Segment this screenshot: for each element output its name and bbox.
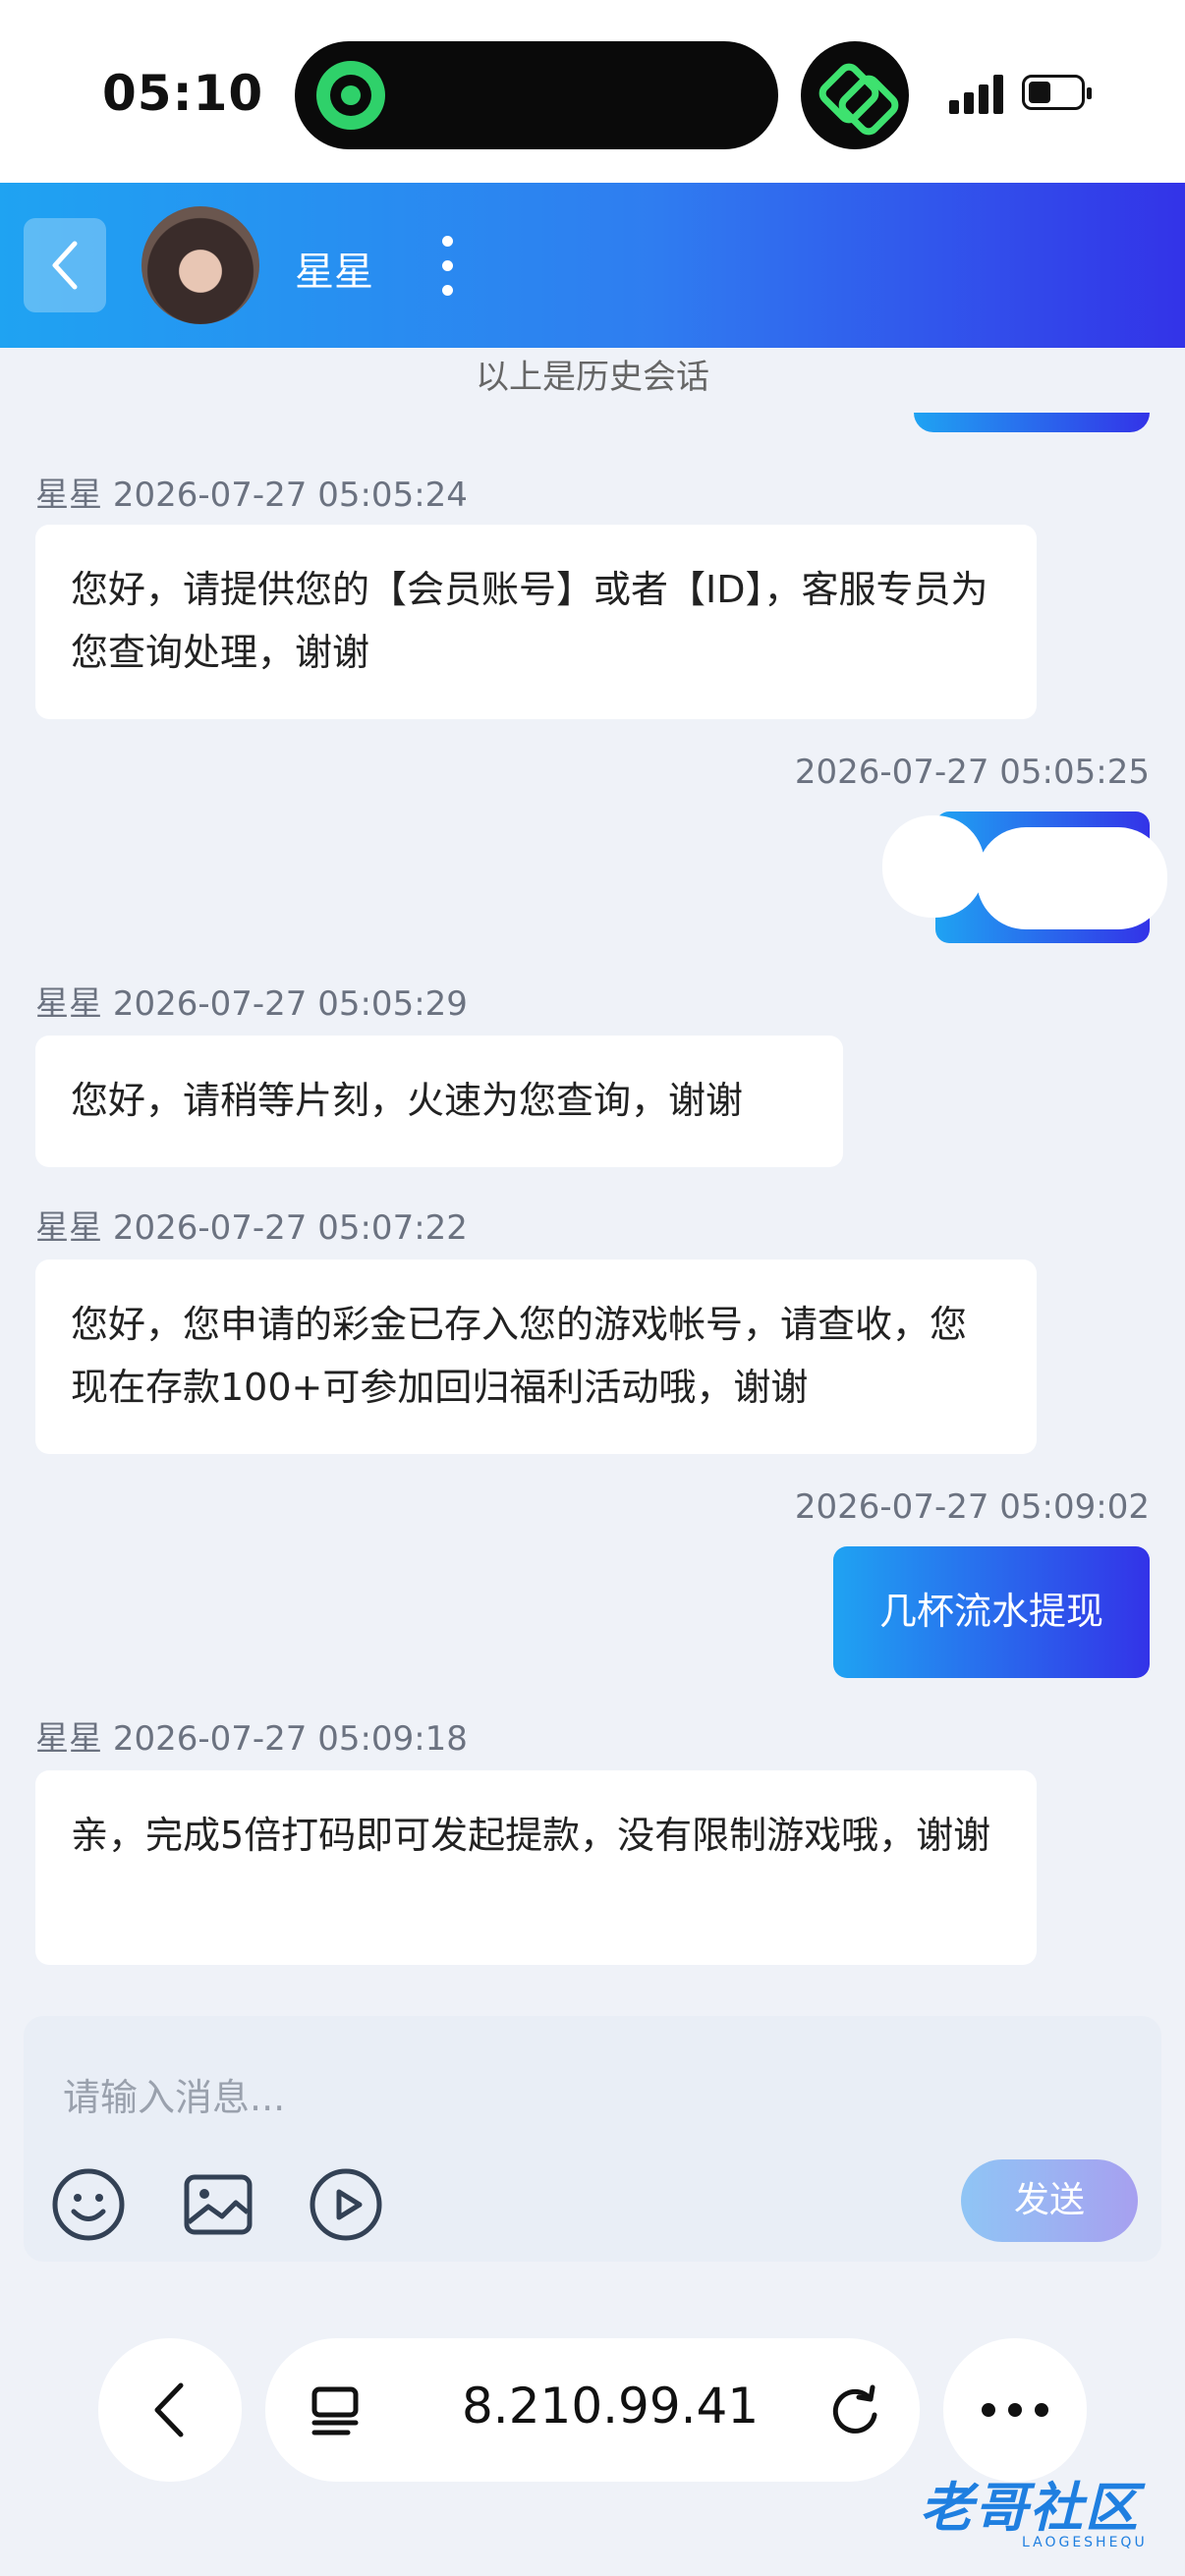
message-composer: 请输入消息... 发送 xyxy=(24,2016,1161,2262)
chevron-left-icon xyxy=(52,241,78,290)
chevron-left-icon xyxy=(154,2382,184,2437)
message-timestamp: 2026-07-27 05:07:22 xyxy=(112,1208,468,1248)
link-app-icon[interactable] xyxy=(801,41,909,149)
incoming-message-bubble: 您好，请稍等片刻，火速为您查询，谢谢 xyxy=(35,1036,843,1167)
message-timestamp: 2026-07-27 05:09:18 xyxy=(112,1719,468,1759)
avatar[interactable] xyxy=(141,206,259,324)
history-note: 以上是历史会话 xyxy=(476,358,709,397)
message-timestamp: 2026-07-27 05:05:24 xyxy=(112,476,468,515)
message-timestamp: 2026-07-27 05:05:25 xyxy=(794,753,1150,792)
image-icon[interactable] xyxy=(181,2167,255,2242)
incoming-message-bubble: 亲，完成5倍打码即可发起提款，没有限制游戏哦，谢谢 xyxy=(35,1770,1037,1965)
reload-icon[interactable] xyxy=(825,2381,884,2440)
incoming-message-bubble: 您好，请提供您的【会员账号】或者【ID】，客服专员为您查询处理，谢谢 xyxy=(35,525,1037,719)
send-button[interactable]: 发送 xyxy=(961,2159,1138,2242)
video-icon[interactable] xyxy=(309,2167,383,2242)
activity-icon xyxy=(316,61,385,130)
message-timestamp: 2026-07-27 05:09:02 xyxy=(794,1487,1150,1527)
message-meta: 星星 2026-07-27 05:05:29 xyxy=(35,977,468,1025)
back-button[interactable] xyxy=(24,218,106,312)
watermark-subtitle: LAOGESHEQU xyxy=(1022,2535,1148,2550)
outgoing-message-bubble xyxy=(914,413,1150,432)
message-input[interactable]: 请输入消息... xyxy=(63,2067,285,2121)
redaction-mark xyxy=(977,827,1167,929)
sender-name: 星星 xyxy=(35,1719,102,1759)
sender-name: 星星 xyxy=(35,476,102,515)
message-meta: 星星 2026-07-27 05:07:22 xyxy=(35,1201,468,1249)
more-horizontal-icon xyxy=(982,2403,1048,2417)
tabs-icon xyxy=(311,2386,359,2436)
status-bar: 05:10 xyxy=(0,0,1185,183)
incoming-message-bubble: 您好，您申请的彩金已存入您的游戏帐号，请查收，您现在存款100+可参加回归福利活… xyxy=(35,1260,1037,1454)
message-timestamp: 2026-07-27 05:05:29 xyxy=(112,984,468,1024)
chat-header: 星星 xyxy=(0,183,1185,348)
watermark-logo: 老哥社区 xyxy=(920,2477,1140,2539)
signal-icon xyxy=(949,75,1004,114)
address-bar[interactable]: 8.210.99.41 xyxy=(265,2338,920,2482)
battery-icon xyxy=(1022,75,1092,110)
browser-back-button[interactable] xyxy=(98,2338,242,2482)
sender-name: 星星 xyxy=(35,1208,102,1248)
redaction-mark xyxy=(882,815,985,918)
more-vertical-icon[interactable] xyxy=(432,234,462,299)
url-text: 8.210.99.41 xyxy=(462,2378,760,2435)
status-time: 05:10 xyxy=(102,65,264,122)
message-meta: 星星 2026-07-27 05:09:18 xyxy=(35,1711,468,1760)
emoji-icon[interactable] xyxy=(51,2167,126,2242)
message-meta: 星星 2026-07-27 05:05:24 xyxy=(35,468,468,516)
outgoing-message-bubble: 几杯流水提现 xyxy=(833,1546,1150,1678)
contact-name: 星星 xyxy=(295,250,373,295)
more-options-button[interactable] xyxy=(943,2338,1087,2482)
sender-name: 星星 xyxy=(35,984,102,1024)
dynamic-island xyxy=(295,41,778,149)
